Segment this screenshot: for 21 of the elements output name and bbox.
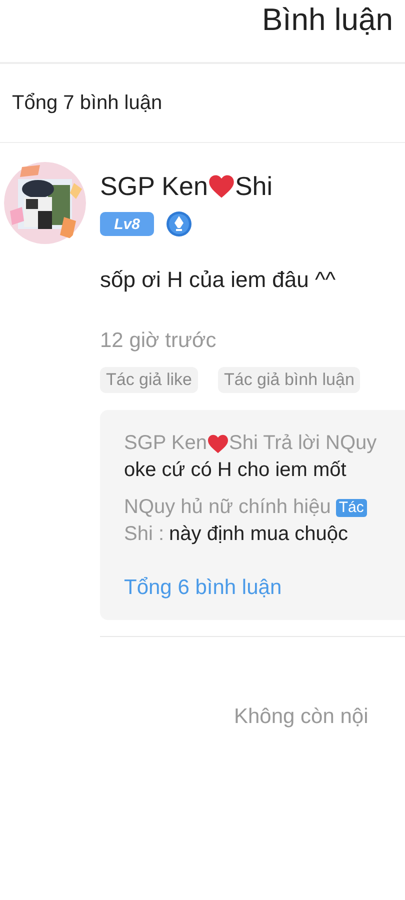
reply-author: Shi : [124,522,164,547]
comment-time: 12 giờ trước [100,329,218,353]
author-tag: Tác giả like [100,367,198,393]
pen-nib-icon [166,211,192,237]
view-replies-link[interactable]: Tổng 6 bình luận [124,576,282,600]
user-name: SGP Ken [100,170,208,202]
page-title: Bình luận [261,1,393,39]
author-badge: Tác [336,498,367,516]
reply-author: Shi Trả lời NQuy [229,431,377,456]
comment-text: sốp ơi H của iem đâu ^^ [100,267,337,293]
reply-text: oke cứ có H cho iem mốt [124,458,346,483]
level-badge: Lv8 [100,212,154,236]
heart-icon [207,434,230,454]
reply-author: NQuy hủ nữ chính hiệu [124,495,331,520]
author-tag: Tác giả bình luận [218,367,360,393]
comment-count: Tổng 7 bình luận [12,92,162,114]
end-message: Không còn nội [234,705,368,728]
user-name: Shi [234,170,273,202]
reply-author: SGP Ken [124,431,208,456]
heart-icon [208,174,235,198]
reply-text: này định mua chuộc [169,522,348,547]
